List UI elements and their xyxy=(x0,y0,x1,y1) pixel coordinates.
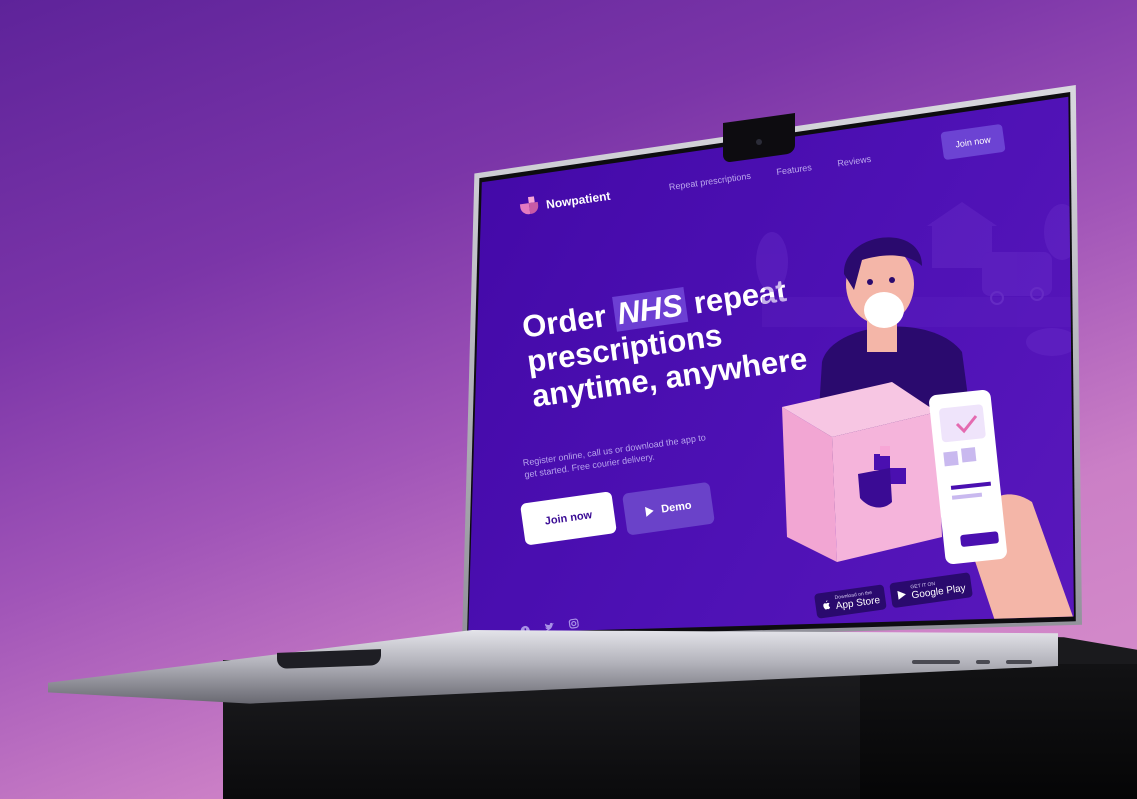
brand-name: Nowpatient xyxy=(545,188,612,212)
parcel-box xyxy=(782,382,942,562)
nav-link-reviews[interactable]: Reviews xyxy=(837,154,872,169)
play-icon xyxy=(644,505,655,517)
shield-logo-icon xyxy=(519,196,540,218)
nav-link-repeat-prescriptions[interactable]: Repeat prescriptions xyxy=(668,171,751,192)
delivery-illustration xyxy=(756,202,1074,634)
google-play-icon xyxy=(897,590,907,600)
nav-link-features[interactable]: Features xyxy=(776,162,813,177)
top-nav: Repeat prescriptions Features Reviews xyxy=(668,154,871,192)
apple-icon xyxy=(823,599,831,609)
port xyxy=(912,660,960,664)
hero-join-button[interactable]: Join now xyxy=(520,491,617,546)
hero-demo-button[interactable]: Demo xyxy=(622,481,715,536)
phone-in-hand xyxy=(929,390,1074,634)
port xyxy=(1006,660,1032,664)
hero-subtitle: Register online, call us or download the… xyxy=(522,432,707,480)
demo-label: Demo xyxy=(660,499,693,516)
nav-join-button[interactable]: Join now xyxy=(940,123,1006,161)
instagram-icon[interactable] xyxy=(568,618,579,629)
brand-logo[interactable]: Nowpatient xyxy=(519,186,612,218)
camera-icon xyxy=(756,139,762,145)
port xyxy=(976,660,990,664)
laptop-ports xyxy=(912,660,1052,666)
pedestal-side xyxy=(860,664,1137,799)
